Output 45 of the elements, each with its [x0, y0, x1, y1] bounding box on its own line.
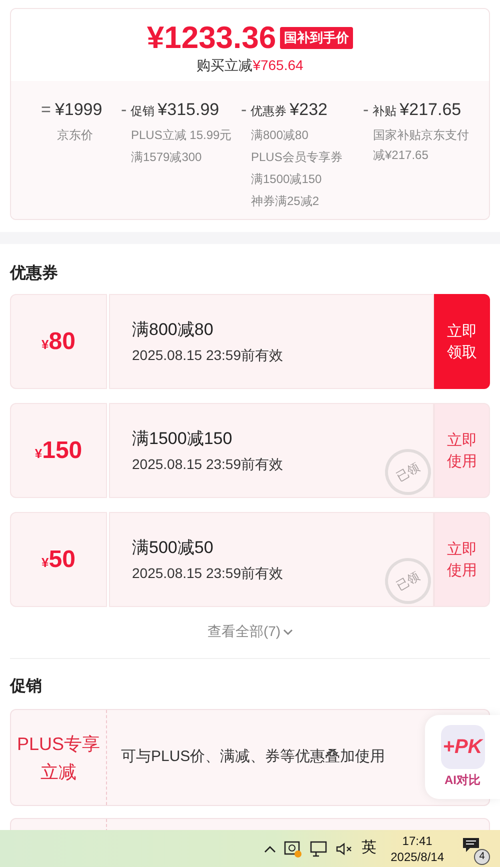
use-coupon-button[interactable]: 立即使用	[434, 512, 490, 607]
clock-date[interactable]: 2025/8/14	[390, 848, 444, 864]
breakdown-detail: 神券满25减2	[251, 192, 320, 210]
saving-text: 购买立减¥765.64	[196, 56, 304, 75]
breakdown-detail: 满800减80	[251, 126, 310, 144]
input-method-indicator[interactable]: 英	[362, 837, 377, 860]
breakdown-amount: - 补贴 ¥217.65	[363, 99, 462, 121]
coupon-title: 满800减80	[132, 319, 214, 342]
chevron-down-icon	[282, 628, 293, 636]
pk-icon: +PK	[440, 725, 484, 769]
coupon-validity: 2025.08.15 23:59前有效	[132, 454, 283, 474]
breakdown-detail: 国家补贴京东支付减¥217.65	[373, 126, 470, 164]
coupon-value: ¥150	[34, 436, 82, 466]
breakdown-detail: 京东价	[57, 126, 94, 144]
notification-icon[interactable]	[462, 836, 480, 852]
breakdown-detail: 满1500减150	[251, 170, 323, 188]
price-badge: 国补到手价	[280, 27, 354, 49]
notification-count: 4	[474, 848, 490, 864]
coupon-validity: 2025.08.15 23:59前有效	[132, 564, 283, 583]
ai-compare-button[interactable]: +PK AI对比	[425, 715, 500, 799]
clock-time[interactable]: 17:41	[402, 832, 432, 848]
coupon-title: 满500减50	[132, 537, 214, 560]
ai-compare-label: AI对比	[444, 772, 480, 789]
chevron-up-icon[interactable]	[264, 844, 276, 854]
section-title: 促销	[8, 677, 43, 697]
coupon-validity: 2025.08.15 23:59前有效	[132, 346, 283, 365]
coupon-value: ¥50	[42, 544, 76, 574]
use-coupon-button[interactable]: 立即使用	[434, 403, 490, 498]
view-all-link[interactable]: 查看全部(7)	[207, 621, 293, 642]
breakdown-amount: = ¥1999	[41, 99, 104, 121]
app-tray-icon[interactable]	[284, 840, 302, 858]
claim-coupon-button[interactable]: 立即领取	[434, 294, 490, 389]
promotion-description: 可与PLUS价、满减、券等优惠叠加使用	[120, 747, 386, 768]
breakdown-amount: - 促销 ¥315.99	[121, 99, 220, 121]
muted-speaker-icon[interactable]	[336, 842, 354, 856]
coupon-value: ¥80	[42, 326, 76, 356]
breakdown-detail: 满1579减300	[131, 148, 203, 166]
breakdown-detail: PLUS立减 15.99元	[131, 126, 233, 144]
final-price: ¥1233.36	[146, 21, 276, 55]
network-icon[interactable]	[310, 840, 328, 856]
coupon-title: 满1500减150	[132, 428, 232, 450]
section-title: 优惠券	[8, 264, 59, 284]
promotion-label: PLUS专享立减	[16, 732, 102, 784]
breakdown-amount: - 优惠券 ¥232	[241, 99, 328, 121]
breakdown-detail: PLUS会员专享券	[251, 148, 344, 166]
